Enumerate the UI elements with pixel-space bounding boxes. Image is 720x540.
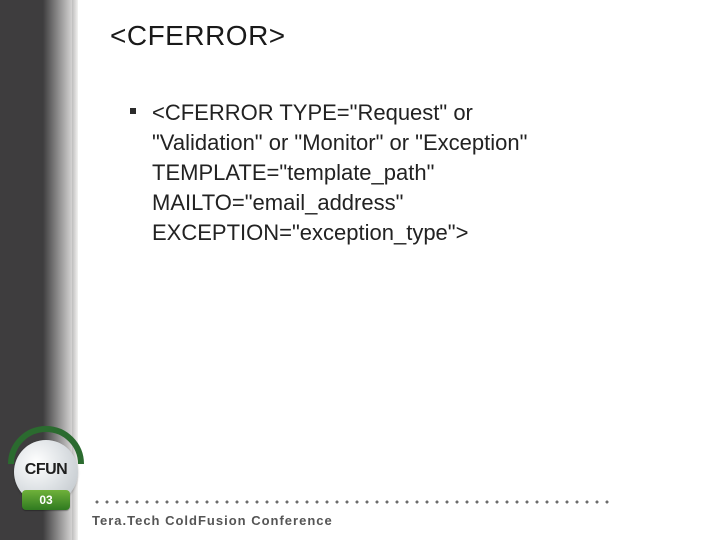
bullet-text: <CFERROR TYPE="Request" or "Validation" … — [152, 98, 527, 248]
conference-name: Tera.Tech ColdFusion Conference — [92, 513, 333, 528]
bullet-item: <CFERROR TYPE="Request" or "Validation" … — [130, 98, 650, 248]
slide-title: <CFERROR> — [110, 20, 286, 52]
conference-badge: CFUN 03 — [6, 426, 86, 510]
bullet-dot-icon — [130, 108, 136, 114]
footer-dots-icon — [92, 500, 612, 504]
badge-year: 03 — [22, 490, 70, 510]
slide: <CFERROR> <CFERROR TYPE="Request" or "Va… — [0, 0, 720, 540]
badge-label: CFUN — [25, 461, 67, 479]
